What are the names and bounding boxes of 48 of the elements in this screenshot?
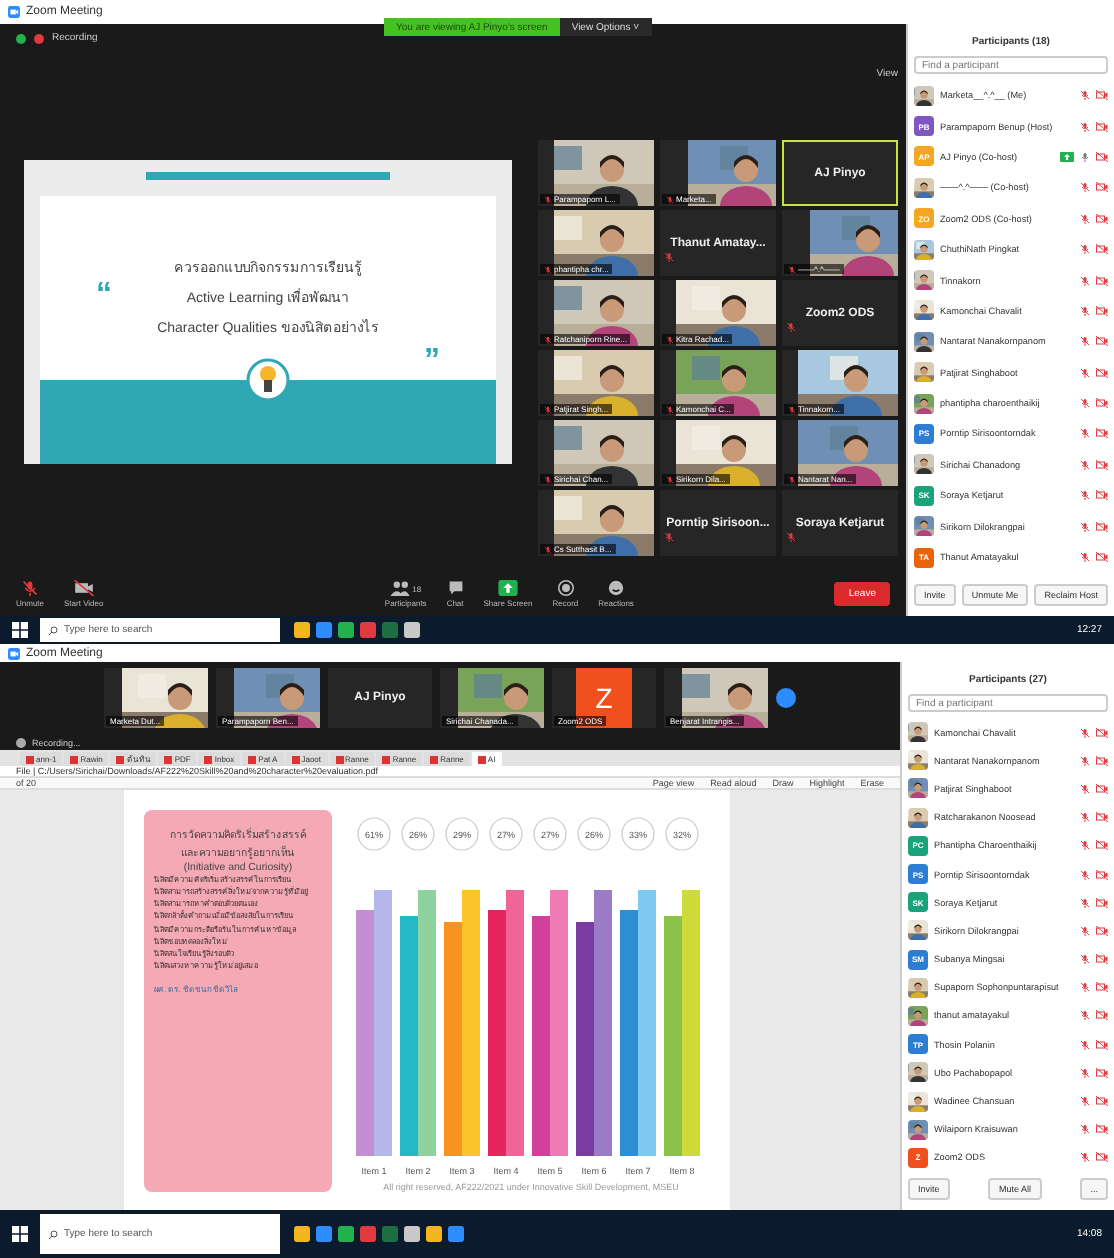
pdf-file-icon: [477, 755, 486, 763]
muted-mic-icon: [22, 580, 38, 596]
muted-mic-icon: [544, 195, 552, 203]
pdf-file-icon: [204, 755, 213, 763]
pdf-file-icon: [248, 755, 257, 763]
search-icon: [48, 625, 58, 635]
muted-mic-icon: [786, 532, 796, 542]
muted-mic-icon: [544, 405, 552, 413]
pdf-file-icon: [164, 755, 173, 763]
security-icon: [16, 33, 26, 43]
muted-mic-icon: [666, 475, 674, 483]
zoom-logo-icon: [8, 6, 20, 18]
muted-mic-icon: [544, 265, 552, 273]
muted-mic-icon: [664, 532, 674, 542]
muted-mic-icon: [666, 195, 674, 203]
pdf-file-icon: [382, 755, 391, 763]
taskbar-apps-icon[interactable]: [292, 1226, 468, 1242]
taskbar-apps-icon[interactable]: [292, 622, 424, 638]
pdf-file-icon: [335, 755, 344, 763]
quote-mark: “: [96, 278, 112, 314]
muted-mic-icon: [666, 405, 674, 413]
chat-icon: [447, 580, 464, 596]
muted-mic-icon: [788, 405, 796, 413]
pdf-file-icon: [430, 755, 439, 763]
muted-mic-icon: [786, 322, 796, 332]
search-icon: [48, 1229, 58, 1239]
recording-icon: [16, 737, 26, 747]
muted-mic-icon: [544, 545, 552, 553]
recording-icon: [34, 33, 44, 43]
smiley-icon: [608, 580, 625, 596]
muted-mic-icon: [788, 475, 796, 483]
camera-off-icon: [73, 580, 94, 596]
share-screen-icon: [498, 580, 518, 596]
pdf-file-icon: [70, 755, 79, 763]
muted-mic-icon: [544, 475, 552, 483]
record-icon: [557, 580, 574, 596]
muted-mic-icon: [666, 335, 674, 343]
pdf-file-icon: [291, 755, 300, 763]
muted-mic-icon: [788, 265, 796, 273]
pdf-file-icon: [116, 755, 125, 763]
next-page-button[interactable]: [776, 688, 796, 708]
muted-mic-icon: [664, 252, 674, 262]
windows-logo-icon[interactable]: [12, 1226, 28, 1242]
muted-mic-icon: [544, 335, 552, 343]
people-icon: [390, 580, 411, 596]
pdf-file-icon: [26, 755, 34, 763]
quote-mark: ”: [423, 344, 440, 380]
windows-logo-icon[interactable]: [12, 622, 28, 638]
